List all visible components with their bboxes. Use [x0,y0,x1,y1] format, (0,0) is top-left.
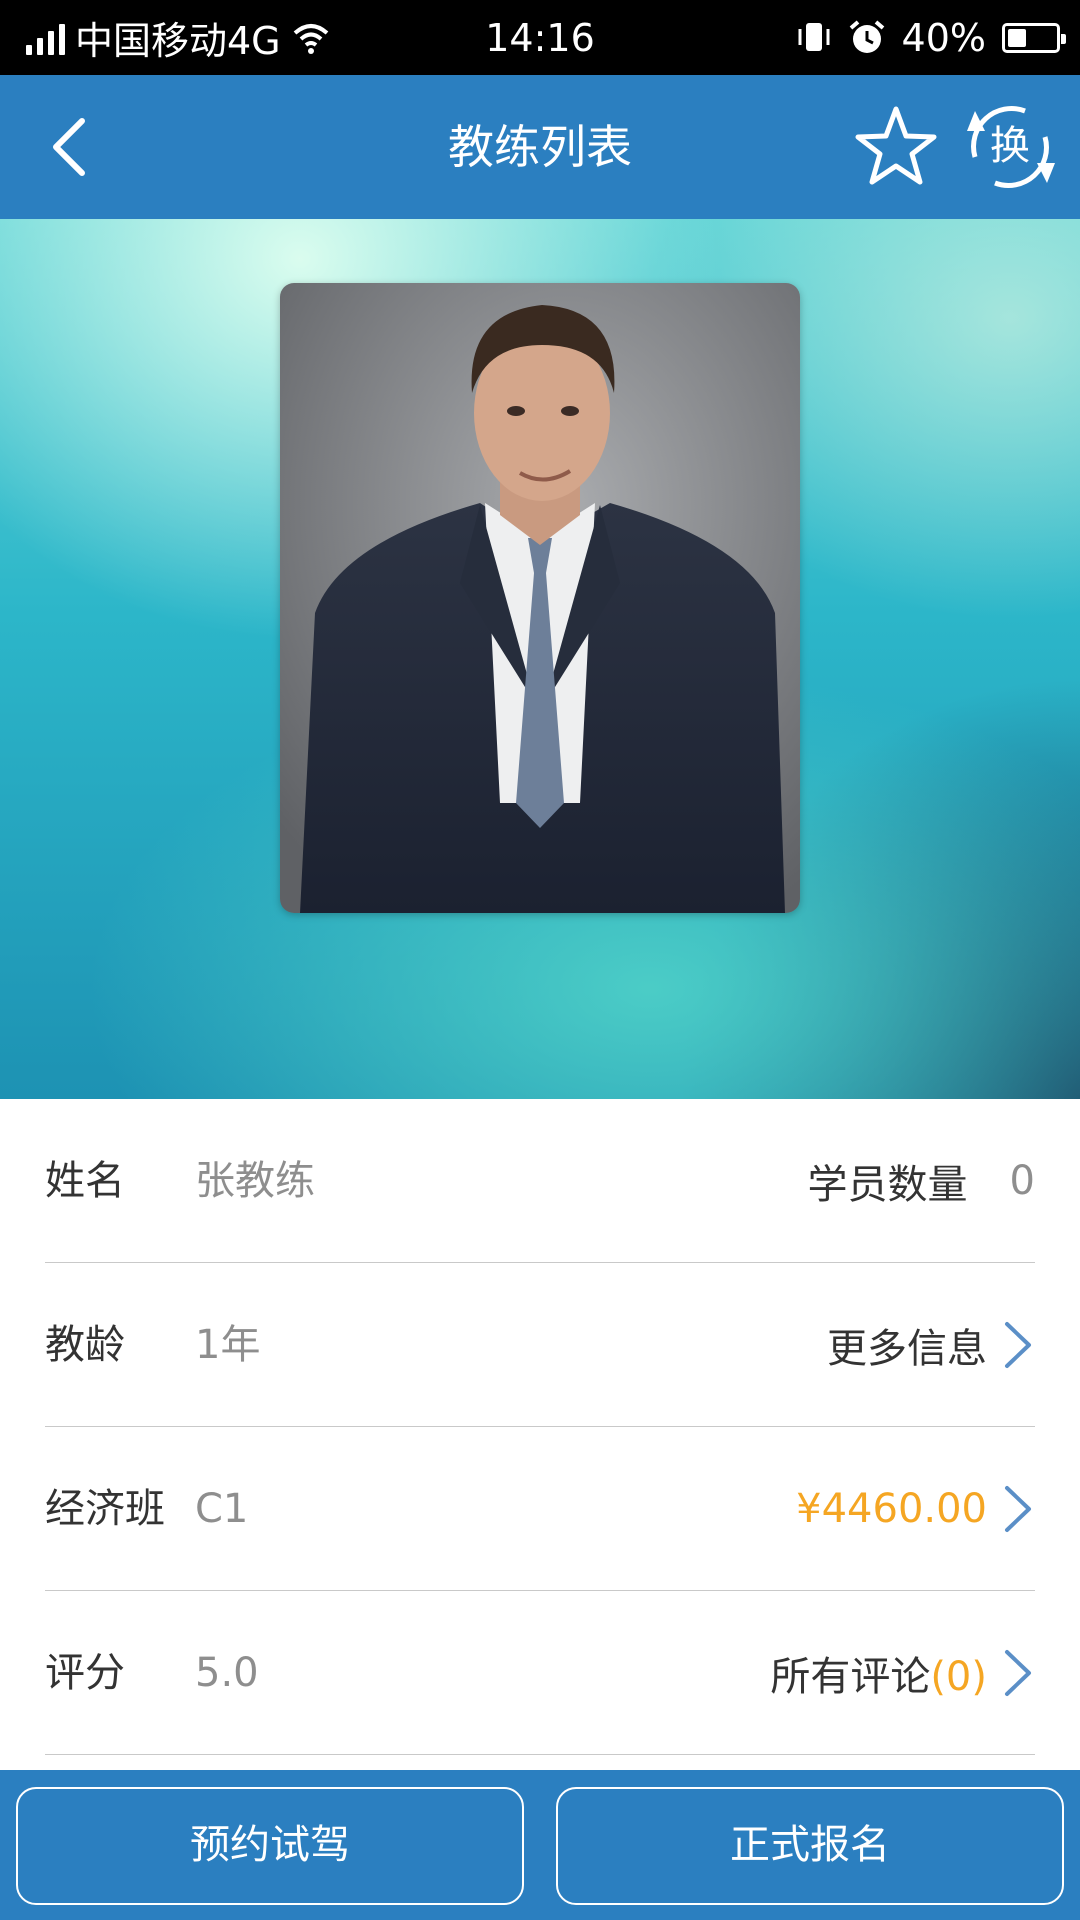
more-info-link[interactable]: 更多信息 [827,1263,1035,1427]
status-bar: 中国移动4G 14:16 40% [0,0,1080,75]
years-value: 1年 [195,1322,261,1368]
nav-bar: 教练列表 换 [0,75,1080,219]
students-label: 学员数量 [807,1162,968,1208]
swap-refresh-icon: 换 [967,106,1055,188]
chevron-right-icon [1005,1650,1031,1696]
status-right: 40% [796,0,1066,75]
wifi-icon [293,23,328,54]
chevron-right-icon [1005,1486,1031,1532]
reviews-link[interactable]: 所有评论(0) [770,1591,1035,1755]
swap-coach-button[interactable]: 换 [955,97,1065,197]
rating-value: 5.0 [195,1650,259,1696]
favorite-button[interactable] [852,103,940,191]
name-label: 姓名 [45,1158,125,1204]
reviews-text: 所有评论(0) [770,1644,987,1702]
swap-label: 换 [990,123,1030,169]
rating-label: 评分 [45,1650,125,1696]
years-label: 教龄 [45,1322,125,1368]
rating-row[interactable]: 评分 5.0 所有评论(0) [45,1591,1035,1755]
students-group: 学员数量 0 [808,1099,1035,1263]
star-outline-icon [855,106,937,185]
alarm-icon [849,19,884,53]
name-value: 张教练 [195,1158,315,1204]
carrier-text: 中国移动4G [75,19,281,63]
battery-fill [1008,28,1026,47]
class-row[interactable]: 经济班 C1 ¥4460.00 [45,1427,1035,1591]
coach-portrait-image [280,283,800,913]
price-text: ¥4460.00 [796,1486,987,1532]
battery-icon [1002,22,1066,53]
signal-icon [26,21,65,55]
price-link[interactable]: ¥4460.00 [796,1427,1035,1591]
coach-photo [280,283,800,913]
more-info-row[interactable]: 教龄 1年 更多信息 [45,1263,1035,1427]
status-left: 中国移动4G [26,0,331,75]
chevron-right-icon [1005,1322,1031,1368]
clock-text: 14:16 [485,15,595,60]
students-value: 0 [1009,1158,1035,1204]
reviews-count: (0) [930,1654,987,1700]
name-row: 姓名 张教练 学员数量 0 [45,1099,1035,1263]
book-trial-button[interactable]: 预约试驾 [16,1787,524,1905]
more-info-label: 更多信息 [827,1326,987,1372]
bottom-action-bar: 预约试驾 正式报名 [0,1770,1080,1920]
battery-text: 40% [901,15,986,60]
enroll-button[interactable]: 正式报名 [556,1787,1064,1905]
hero-banner [0,219,1080,1099]
vibrate-icon [798,22,830,51]
class-value: C1 [195,1486,249,1532]
reviews-label: 所有评论 [770,1654,931,1700]
class-label: 经济班 [45,1486,165,1532]
